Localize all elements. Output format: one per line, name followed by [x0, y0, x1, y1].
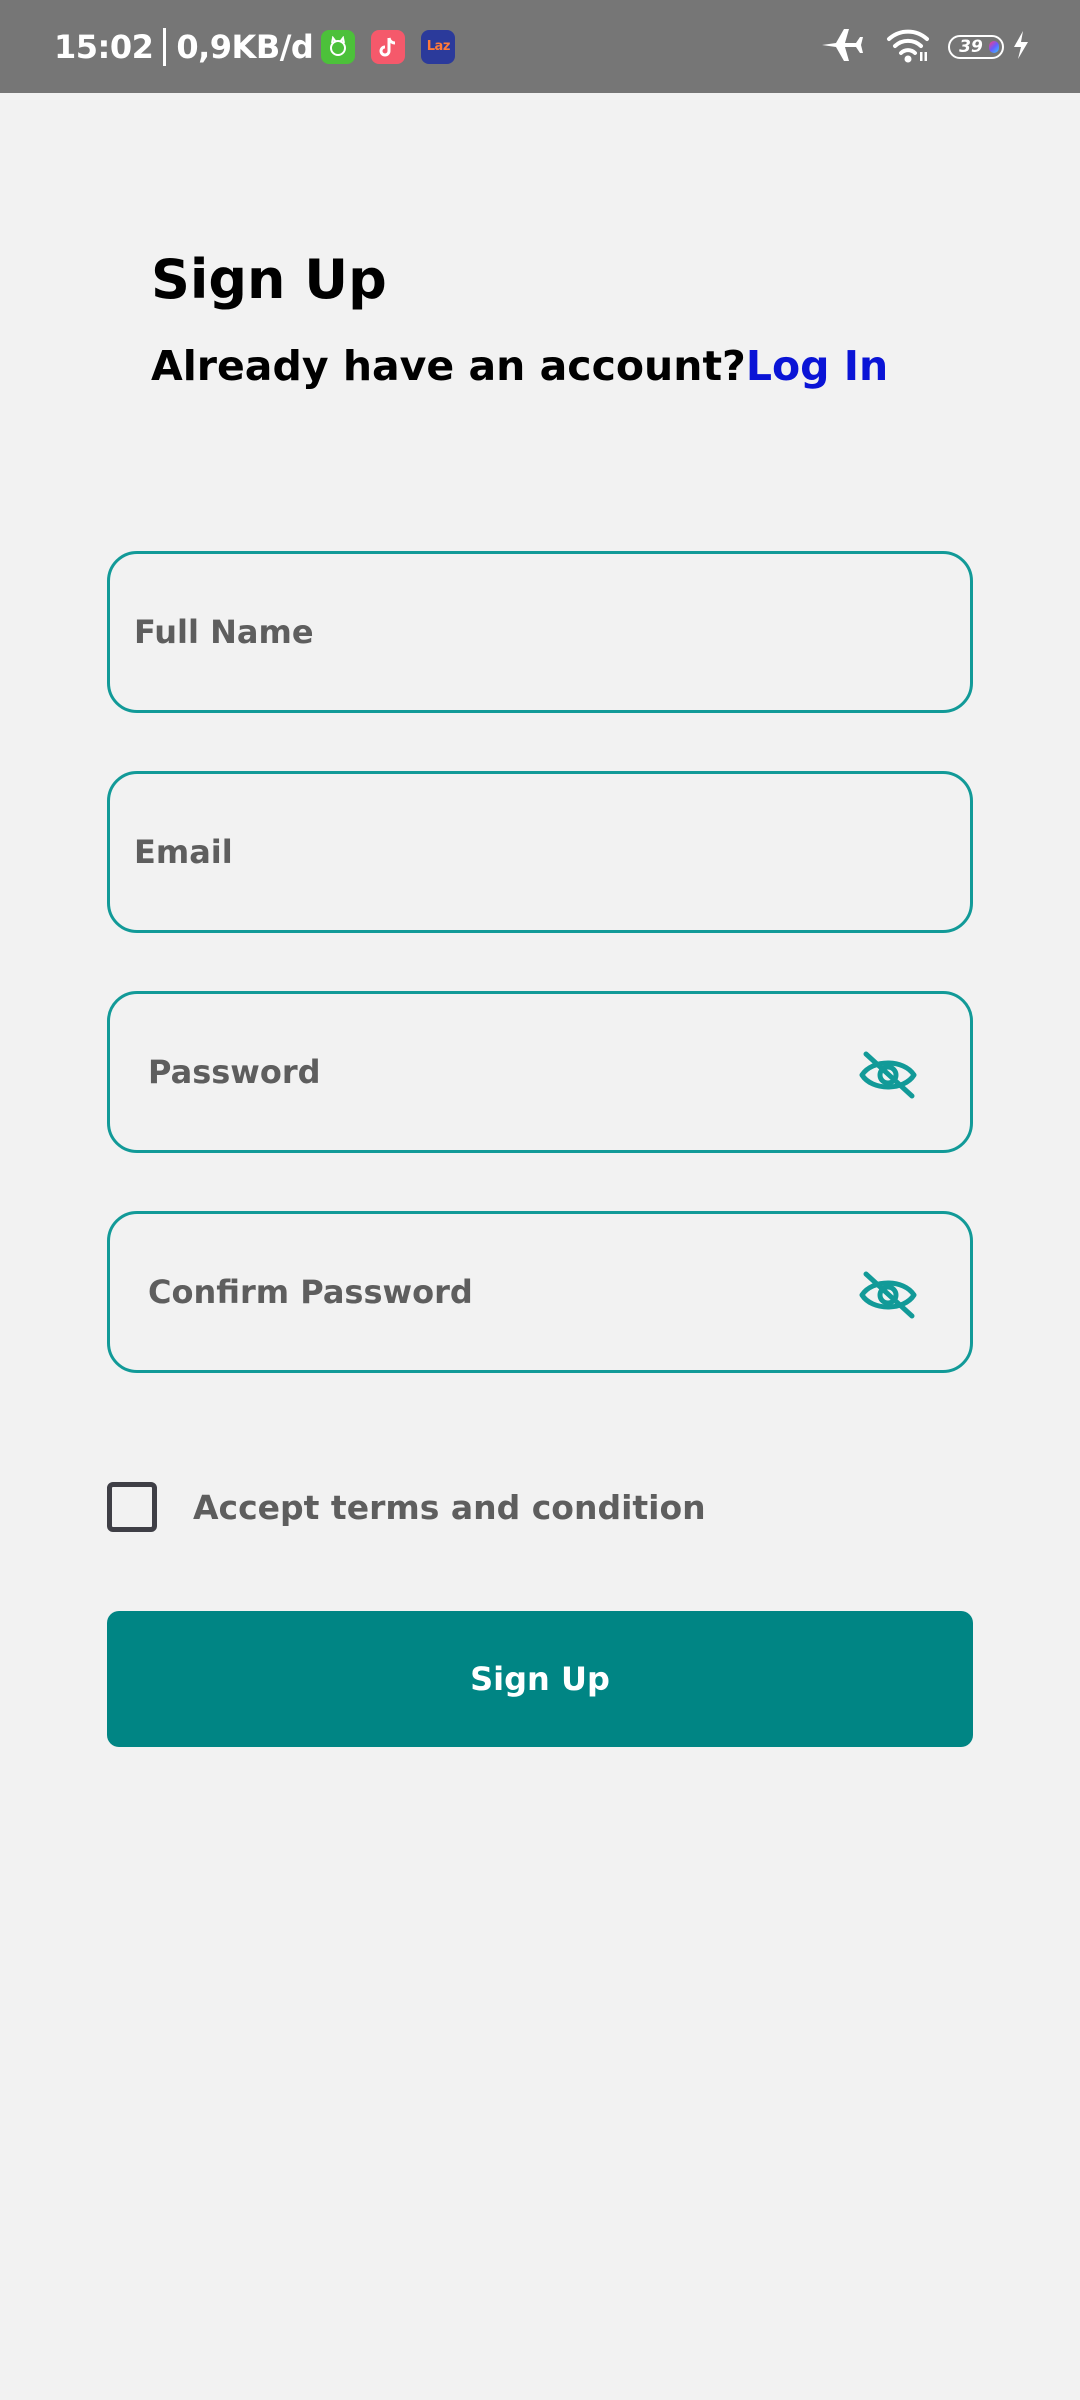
battery-indicator: 39	[948, 34, 1004, 59]
terms-label[interactable]: Accept terms and condition	[193, 1488, 706, 1527]
password-input[interactable]	[110, 994, 970, 1150]
airplane-icon	[820, 25, 864, 69]
confirm-password-input[interactable]	[110, 1214, 970, 1370]
login-prompt-text: Already have an account?	[151, 342, 746, 390]
eye-off-icon	[859, 1271, 917, 1319]
email-field[interactable]	[107, 771, 973, 933]
full-name-input[interactable]	[110, 554, 970, 710]
status-bar-right: 39	[820, 0, 1030, 93]
battery-level: 39	[959, 36, 983, 57]
full-name-field[interactable]	[107, 551, 973, 713]
email-input[interactable]	[110, 774, 970, 930]
network-speed: 0,9KB/d	[176, 27, 314, 66]
terms-checkbox[interactable]	[107, 1482, 157, 1532]
confirm-password-field[interactable]	[107, 1211, 973, 1373]
battery-fill	[989, 40, 999, 53]
status-time: 15:02	[54, 27, 154, 66]
status-bar-left: 15:02 0,9KB/d Laz	[54, 0, 456, 93]
charging-icon	[1012, 30, 1030, 64]
status-divider	[163, 27, 167, 66]
page-title: Sign Up	[151, 248, 387, 311]
wifi-icon	[886, 26, 930, 68]
terms-row: Accept terms and condition	[107, 1482, 706, 1532]
password-visibility-toggle[interactable]	[858, 1050, 918, 1100]
music-app-icon	[371, 29, 406, 64]
sign-up-button[interactable]: Sign Up	[107, 1611, 973, 1747]
login-link[interactable]: Log In	[746, 342, 888, 390]
laz-app-icon: Laz	[421, 29, 456, 64]
green-cat-app-icon	[321, 29, 356, 64]
status-bar: 15:02 0,9KB/d Laz 39	[0, 0, 1080, 93]
password-field[interactable]	[107, 991, 973, 1153]
eye-off-icon	[859, 1051, 917, 1099]
confirm-password-visibility-toggle[interactable]	[858, 1270, 918, 1320]
login-prompt: Already have an account?Log In	[151, 342, 888, 390]
